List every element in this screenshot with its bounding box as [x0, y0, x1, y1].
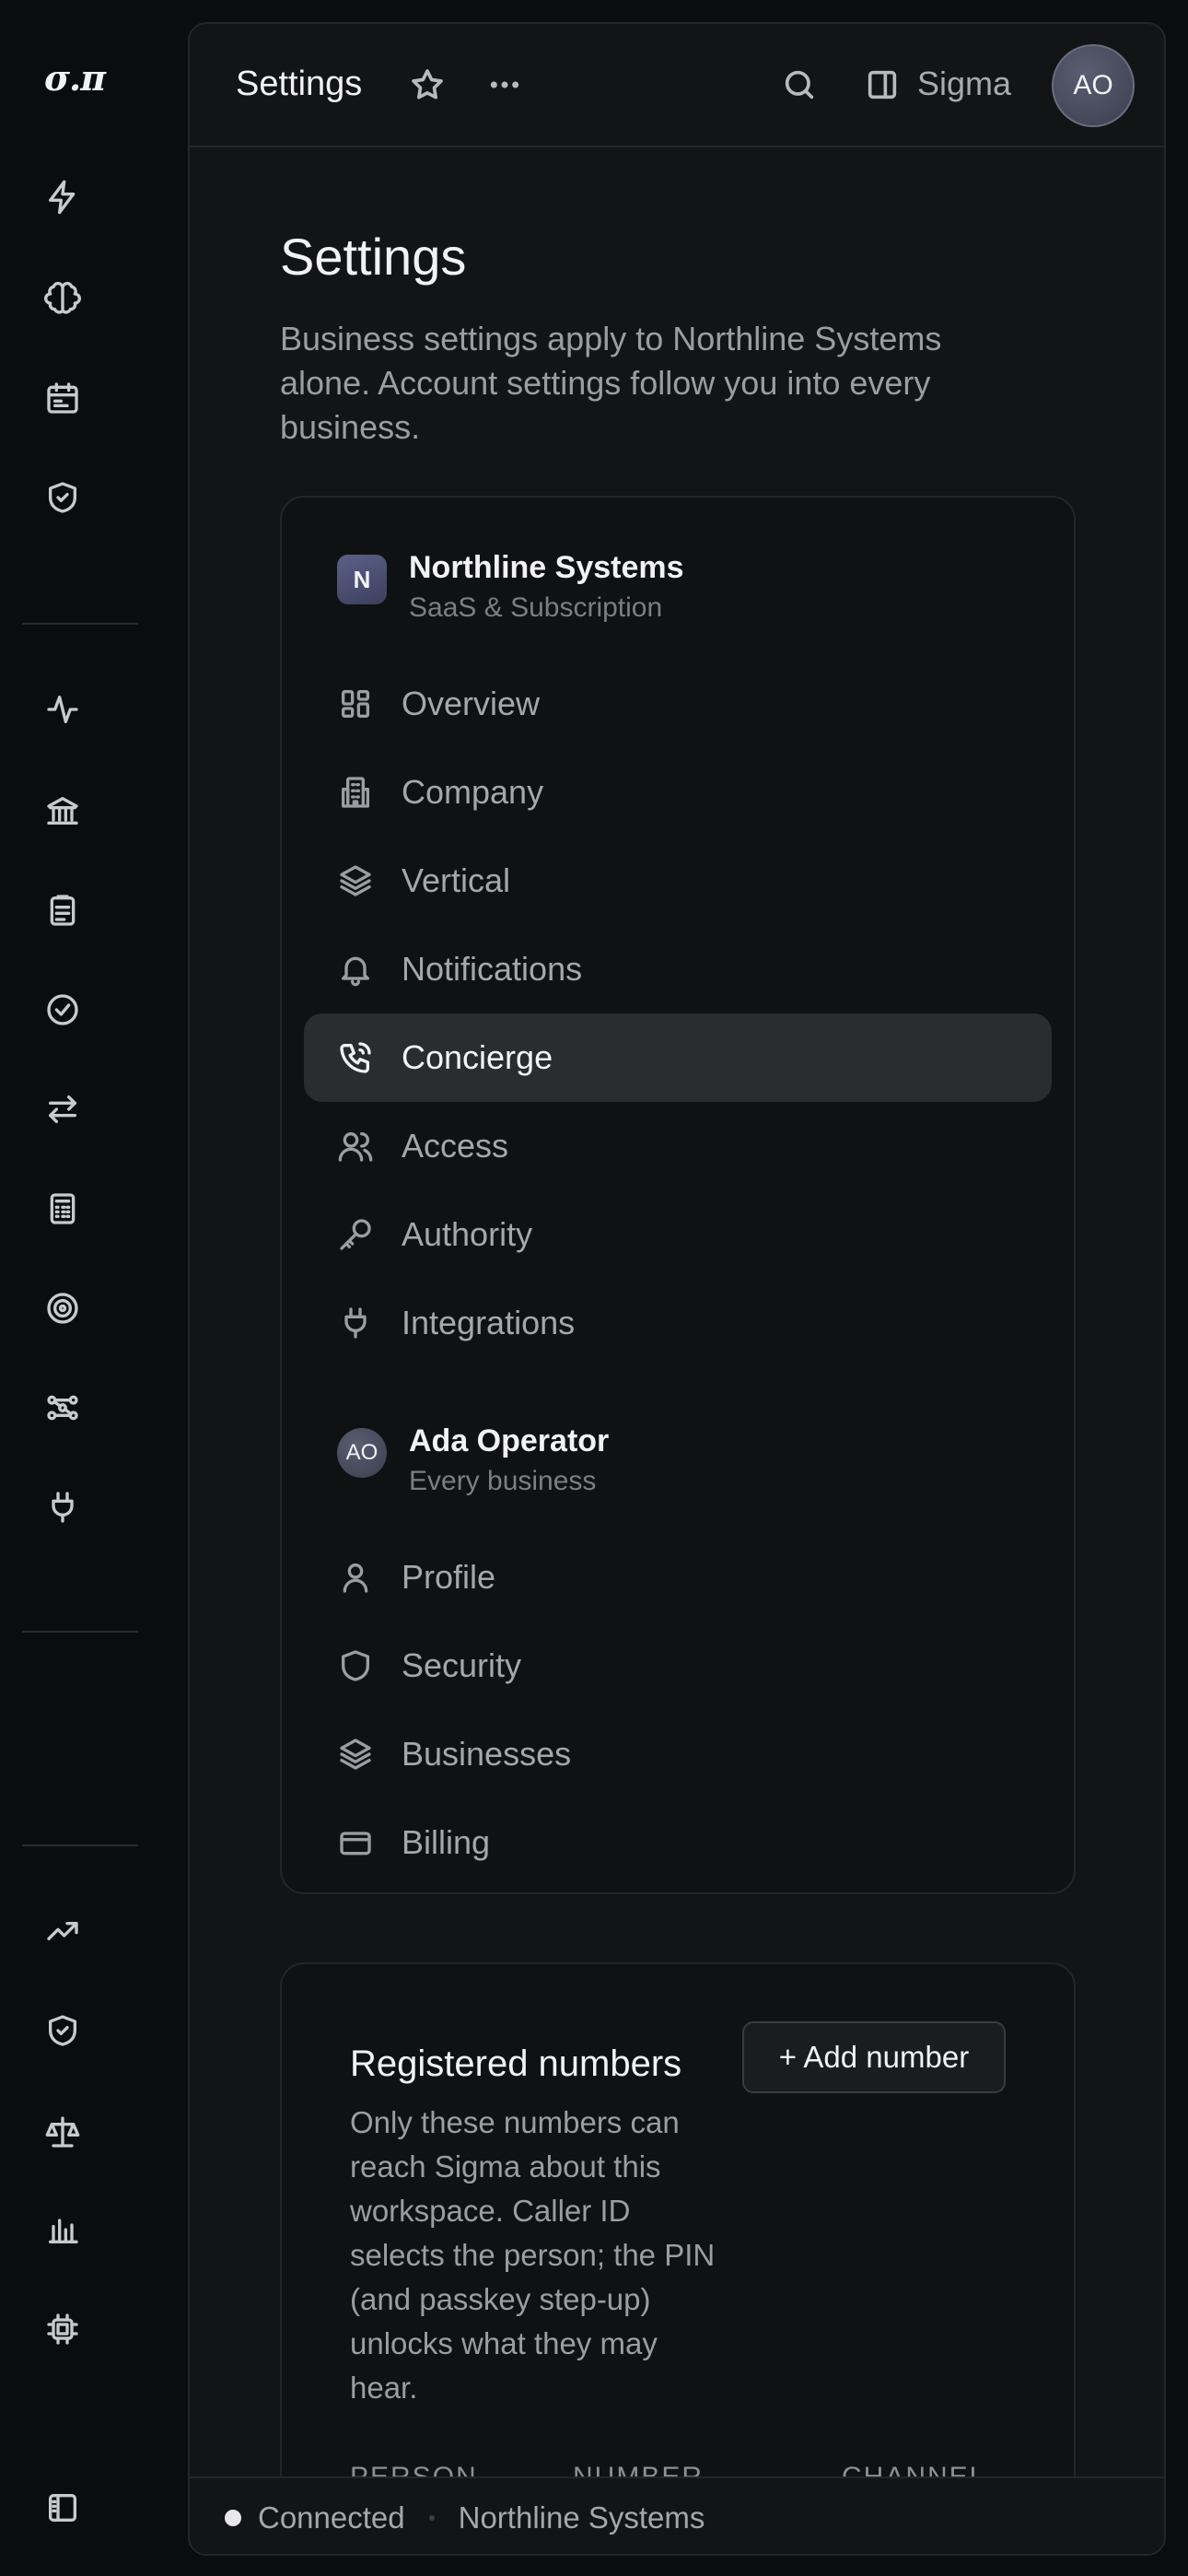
- business-group-header: N Northline Systems SaaS & Subscription: [337, 549, 684, 630]
- nav-item-security[interactable]: Security: [304, 1622, 1052, 1710]
- building-icon: [335, 772, 376, 813]
- settings-nav-card: N Northline Systems SaaS & Subscription …: [280, 496, 1076, 1894]
- trending-up-icon[interactable]: [41, 1909, 85, 1953]
- workflow-icon[interactable]: [41, 1386, 85, 1430]
- connection-status: Connected: [258, 2500, 405, 2535]
- left-rail: σ.π: [0, 0, 184, 2576]
- nav-item-label: Billing: [402, 1823, 491, 1861]
- bar-chart-icon[interactable]: [41, 2207, 85, 2252]
- nav-item-label: Vertical: [402, 861, 511, 899]
- search-icon[interactable]: [777, 63, 821, 107]
- nav-item-concierge[interactable]: Concierge: [304, 1013, 1052, 1102]
- nav-item-label: Company: [402, 773, 544, 811]
- section-description: Only these numbers can reach Sigma about…: [350, 2105, 716, 2405]
- registered-numbers-card: Registered numbers Only these numbers ca…: [280, 1962, 1076, 2554]
- user-avatar[interactable]: AO: [1052, 44, 1135, 127]
- nav-item-authority[interactable]: Authority: [304, 1190, 1052, 1279]
- cpu-icon[interactable]: [41, 2307, 85, 2351]
- status-separator: [428, 2515, 435, 2521]
- lightning-icon[interactable]: [41, 175, 85, 219]
- nav-item-access[interactable]: Access: [304, 1102, 1052, 1190]
- nav-item-label: Profile: [402, 1558, 496, 1596]
- business-name: Northline Systems: [409, 550, 684, 585]
- nav-item-label: Authority: [402, 1215, 533, 1253]
- brain-icon[interactable]: [41, 276, 85, 321]
- calendar-icon[interactable]: [41, 376, 85, 420]
- phone-icon: [335, 1037, 376, 1078]
- nav-item-label: Access: [402, 1127, 509, 1165]
- topbar-title: Settings: [236, 64, 363, 103]
- rail-divider: [22, 1844, 138, 1846]
- top-bar: Settings Sigma AO: [190, 24, 1164, 147]
- badge-check-icon[interactable]: [41, 988, 85, 1032]
- scale-icon[interactable]: [41, 2110, 85, 2154]
- nav-item-label: Security: [402, 1646, 522, 1684]
- main-panel: Settings Sigma AO Settings Business sett…: [188, 22, 1166, 2556]
- shield-check-icon[interactable]: [41, 475, 85, 520]
- panel-toggle-icon[interactable]: [860, 63, 904, 107]
- nav-item-overview[interactable]: Overview: [304, 660, 1052, 748]
- arrows-exchange-icon[interactable]: [41, 1087, 85, 1131]
- rail-divider: [22, 1631, 138, 1633]
- status-bar: Connected Northline Systems: [190, 2476, 1164, 2554]
- nav-item-integrations[interactable]: Integrations: [304, 1279, 1052, 1367]
- section-title: Registered numbers: [350, 2043, 682, 2084]
- credit-card-icon: [335, 1822, 376, 1863]
- nav-item-label: Concierge: [402, 1038, 553, 1076]
- nav-item-label: Businesses: [402, 1735, 572, 1773]
- business-badge: N: [337, 555, 387, 604]
- star-icon[interactable]: [405, 63, 449, 107]
- nav-item-billing[interactable]: Billing: [304, 1798, 1052, 1887]
- clipboard-icon[interactable]: [41, 888, 85, 932]
- nav-item-notifications[interactable]: Notifications: [304, 925, 1052, 1013]
- shield-icon: [335, 1645, 376, 1686]
- grid-icon: [335, 684, 376, 724]
- rail-divider: [22, 623, 138, 625]
- nav-item-label: Overview: [402, 685, 541, 722]
- plug-icon: [335, 1303, 376, 1343]
- nav-item-company[interactable]: Company: [304, 748, 1052, 837]
- bank-icon[interactable]: [41, 789, 85, 833]
- nav-item-vertical[interactable]: Vertical: [304, 837, 1052, 925]
- layers-icon: [335, 1734, 376, 1774]
- target-icon[interactable]: [41, 1286, 85, 1330]
- add-number-button[interactable]: + Add number: [742, 2021, 1006, 2093]
- nav-item-businesses[interactable]: Businesses: [304, 1710, 1052, 1798]
- users-icon: [335, 1126, 376, 1166]
- account-avatar: AO: [337, 1428, 387, 1478]
- layers-icon: [335, 861, 376, 901]
- nav-item-profile[interactable]: Profile: [304, 1533, 1052, 1622]
- calculator-icon[interactable]: [41, 1187, 85, 1231]
- assistant-label[interactable]: Sigma: [917, 64, 1011, 103]
- activity-icon[interactable]: [41, 687, 85, 732]
- status-dot: [225, 2510, 241, 2526]
- user-icon: [335, 1557, 376, 1598]
- business-subtitle: SaaS & Subscription: [409, 592, 663, 623]
- account-subtitle: Every business: [409, 1466, 597, 1496]
- sidebar-toggle-icon[interactable]: [41, 2486, 85, 2530]
- nav-item-label: Integrations: [402, 1304, 576, 1341]
- shield-check-icon[interactable]: [41, 2008, 85, 2053]
- status-workspace: Northline Systems: [458, 2500, 705, 2535]
- account-name: Ada Operator: [409, 1423, 610, 1458]
- key-icon: [335, 1214, 376, 1255]
- plug-icon[interactable]: [41, 1485, 85, 1529]
- page-title: Settings: [280, 228, 467, 286]
- bell-icon: [335, 949, 376, 989]
- more-icon[interactable]: [483, 63, 527, 107]
- app-logo[interactable]: σ.π: [44, 57, 106, 99]
- account-group-header: AO Ada Operator Every business: [337, 1423, 609, 1504]
- nav-item-label: Notifications: [402, 950, 583, 988]
- page-description: Business settings apply to Northline Sys…: [280, 320, 942, 446]
